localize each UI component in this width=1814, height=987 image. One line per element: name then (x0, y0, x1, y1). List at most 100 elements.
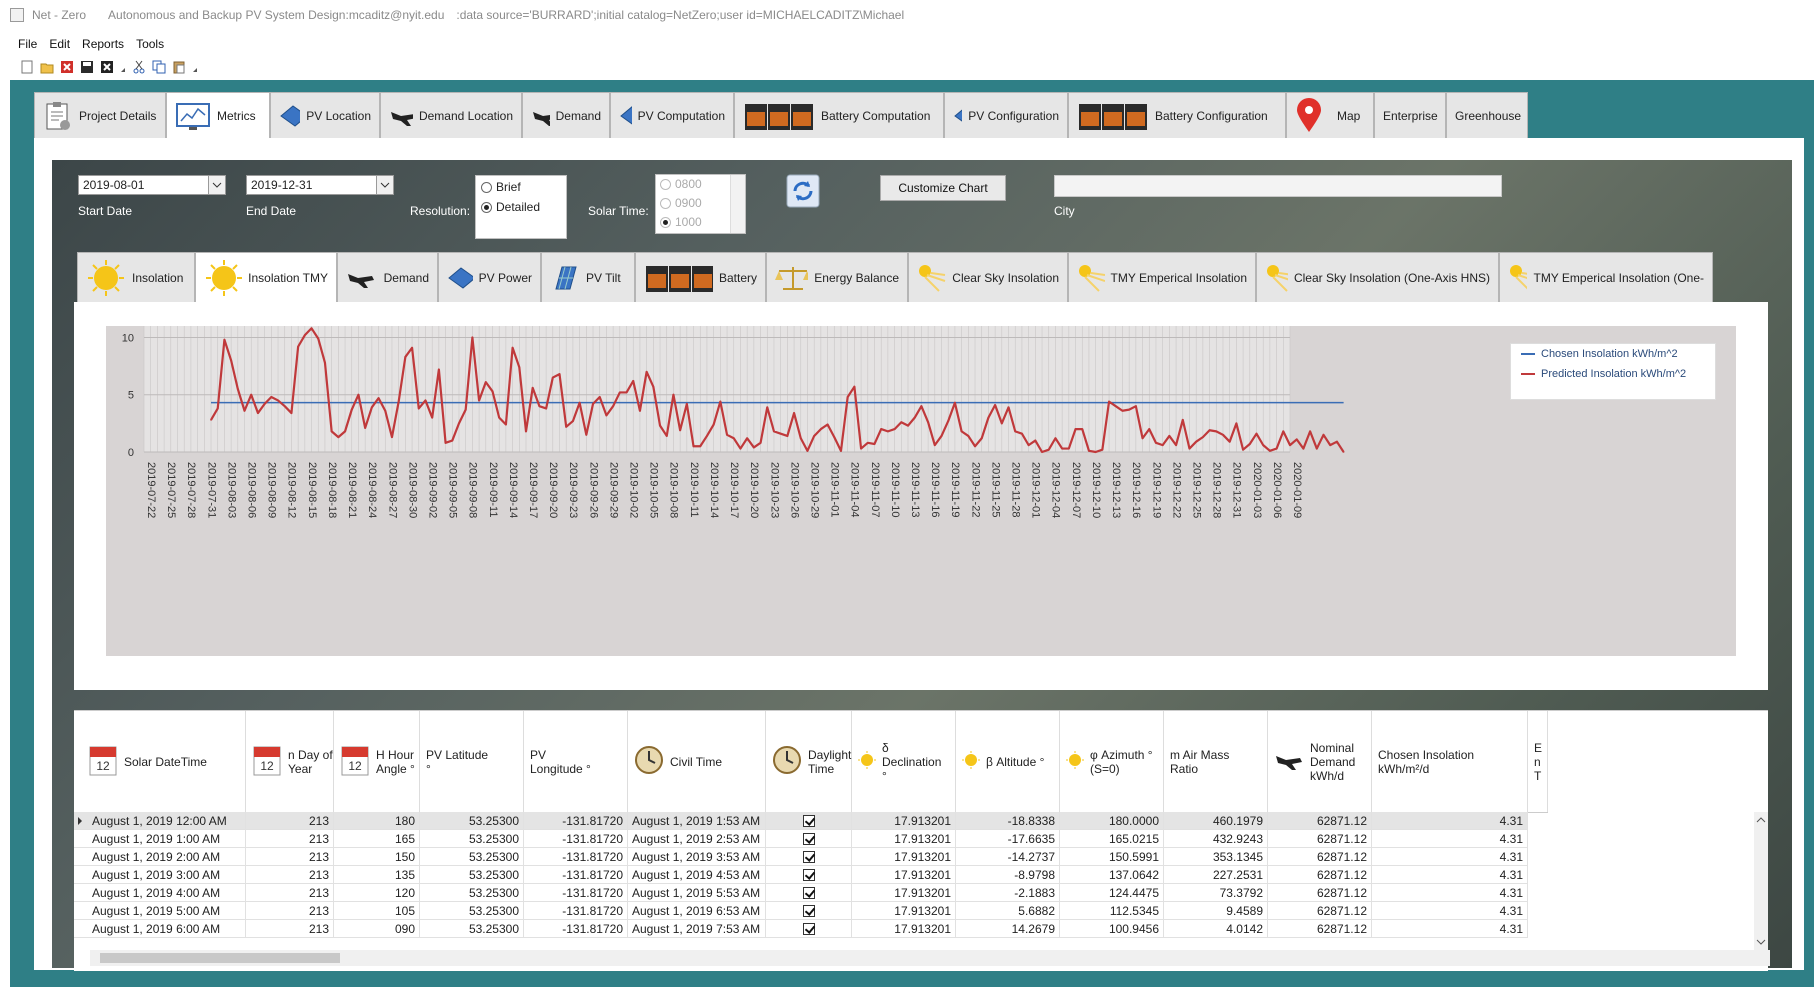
table-cell[interactable]: 4.31 (1372, 866, 1528, 884)
table-cell[interactable]: ✓ (766, 812, 852, 830)
radio-0800[interactable]: 0800 (660, 177, 702, 191)
table-cell[interactable]: 17.913201 (852, 848, 956, 866)
table-cell[interactable]: August 1, 2019 12:00 AM (74, 812, 246, 830)
end-date-picker[interactable]: 2019-12-31 (246, 175, 394, 195)
table-row[interactable]: August 1, 2019 4:00 AM 213 120 53.25300 -131… (74, 884, 1528, 902)
table-cell[interactable]: 432.9243 (1164, 830, 1268, 848)
daylight-checkbox[interactable] (802, 832, 815, 845)
table-cell[interactable]: August 1, 2019 7:53 AM (628, 920, 766, 938)
table-cell[interactable]: 213 (246, 866, 334, 884)
chevron-down-icon[interactable] (208, 176, 225, 194)
table-row[interactable]: August 1, 2019 3:00 AM 213 135 53.25300 -131… (74, 866, 1528, 884)
close-icon[interactable] (100, 60, 114, 74)
table-cell[interactable]: -131.81720 (524, 812, 628, 830)
table-cell[interactable]: 17.913201 (852, 830, 956, 848)
table-cell[interactable]: 53.25300 (420, 830, 524, 848)
radio-1000[interactable]: 1000 (660, 215, 702, 229)
toolbar-overflow-icon[interactable] (120, 60, 126, 74)
table-cell[interactable]: August 1, 2019 1:00 AM (74, 830, 246, 848)
table-cell[interactable]: 213 (246, 830, 334, 848)
table-cell[interactable]: 4.31 (1372, 812, 1528, 830)
table-cell[interactable]: 135 (334, 866, 420, 884)
table-cell[interactable]: 17.913201 (852, 902, 956, 920)
column-header[interactable]: E n T (1528, 711, 1548, 812)
tab-pv-tilt[interactable]: PV Tilt (541, 252, 635, 303)
table-cell[interactable]: 53.25300 (420, 848, 524, 866)
table-cell[interactable]: ✓ (766, 884, 852, 902)
table-cell[interactable]: 53.25300 (420, 866, 524, 884)
table-cell[interactable]: 213 (246, 848, 334, 866)
tab-battery-computation[interactable]: Battery Computation (734, 92, 944, 138)
table-cell[interactable]: 73.3792 (1164, 884, 1268, 902)
table-row[interactable]: August 1, 2019 5:00 AM 213 105 53.25300 -131… (74, 902, 1528, 920)
solar-time-list[interactable]: 0800 0900 1000 (655, 174, 746, 234)
table-cell[interactable]: 17.913201 (852, 884, 956, 902)
column-header[interactable]: Chosen Insolation kWh/m²/d (1372, 711, 1528, 812)
tab-battery[interactable]: Battery (635, 252, 766, 303)
table-cell[interactable]: 4.31 (1372, 830, 1528, 848)
tab-map[interactable]: Map (1286, 92, 1374, 138)
table-cell[interactable]: 62871.12 (1268, 848, 1372, 866)
column-header[interactable]: β Altitude ° (956, 711, 1060, 812)
table-cell[interactable]: 62871.12 (1268, 920, 1372, 938)
table-cell[interactable]: 137.0642 (1060, 866, 1164, 884)
table-cell[interactable]: 62871.12 (1268, 884, 1372, 902)
refresh-icon[interactable] (786, 174, 820, 208)
tab-energy-balance[interactable]: Energy Balance (766, 252, 908, 303)
table-cell[interactable]: August 1, 2019 2:53 AM (628, 830, 766, 848)
tab-greenhouse[interactable]: Greenhouse (1446, 92, 1528, 138)
tab-clear-sky-insolation-one-axis[interactable]: Clear Sky Insolation (One-Axis HNS) (1256, 252, 1499, 303)
column-header[interactable]: PV Longitude ° (524, 711, 628, 812)
tab-demand-location[interactable]: Demand Location (380, 92, 522, 138)
daylight-checkbox[interactable] (802, 922, 815, 935)
table-cell[interactable]: -131.81720 (524, 884, 628, 902)
daylight-checkbox[interactable] (802, 850, 815, 863)
table-cell[interactable]: 5.6882 (956, 902, 1060, 920)
table-cell[interactable]: 112.5345 (1060, 902, 1164, 920)
table-cell[interactable]: 53.25300 (420, 920, 524, 938)
table-cell[interactable]: ✓ (766, 830, 852, 848)
new-file-icon[interactable] (20, 60, 34, 74)
table-cell[interactable]: 165 (334, 830, 420, 848)
table-cell[interactable]: 4.31 (1372, 902, 1528, 920)
delete-icon[interactable] (60, 60, 74, 74)
cut-icon[interactable] (132, 60, 146, 74)
table-cell[interactable]: -131.81720 (524, 848, 628, 866)
table-cell[interactable]: 165.0215 (1060, 830, 1164, 848)
table-cell[interactable]: August 1, 2019 6:53 AM (628, 902, 766, 920)
column-header[interactable]: Civil Time (628, 711, 766, 812)
table-cell[interactable]: 53.25300 (420, 812, 524, 830)
table-cell[interactable]: -8.9798 (956, 866, 1060, 884)
table-row[interactable]: August 1, 2019 1:00 AM 213 165 53.25300 -131… (74, 830, 1528, 848)
table-cell[interactable]: ✓ (766, 902, 852, 920)
table-cell[interactable]: 4.0142 (1164, 920, 1268, 938)
column-header[interactable]: PV Latitude ° (420, 711, 524, 812)
tab-battery-configuration[interactable]: Battery Configuration (1068, 92, 1286, 138)
table-cell[interactable]: -2.1883 (956, 884, 1060, 902)
table-cell[interactable]: ✓ (766, 866, 852, 884)
table-cell[interactable]: -14.2737 (956, 848, 1060, 866)
toolbar-overflow-icon[interactable] (192, 60, 198, 74)
table-cell[interactable]: 460.1979 (1164, 812, 1268, 830)
table-cell[interactable]: 9.4589 (1164, 902, 1268, 920)
table-cell[interactable]: 14.2679 (956, 920, 1060, 938)
menu-reports[interactable]: Reports (78, 37, 132, 51)
daylight-checkbox[interactable] (802, 814, 815, 827)
daylight-checkbox[interactable] (802, 904, 815, 917)
table-cell[interactable]: 53.25300 (420, 884, 524, 902)
column-header[interactable]: Nominal Demand kWh/d (1268, 711, 1372, 812)
tab-insolation[interactable]: Insolation (77, 252, 195, 303)
radio-0900[interactable]: 0900 (660, 196, 702, 210)
table-cell[interactable]: 17.913201 (852, 866, 956, 884)
column-header[interactable]: φ Azimuth ° (S=0) (1060, 711, 1164, 812)
menu-tools[interactable]: Tools (132, 37, 172, 51)
horizontal-scroll-thumb[interactable] (100, 953, 340, 963)
table-cell[interactable]: 213 (246, 902, 334, 920)
table-cell[interactable]: August 1, 2019 5:00 AM (74, 902, 246, 920)
table-cell[interactable]: ✓ (766, 848, 852, 866)
table-cell[interactable]: August 1, 2019 4:53 AM (628, 866, 766, 884)
table-cell[interactable]: 180 (334, 812, 420, 830)
table-cell[interactable]: 090 (334, 920, 420, 938)
open-folder-icon[interactable] (40, 60, 54, 74)
table-cell[interactable]: August 1, 2019 6:00 AM (74, 920, 246, 938)
